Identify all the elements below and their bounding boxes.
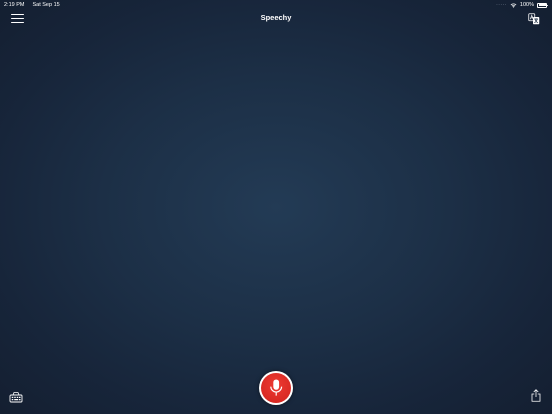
microphone-button[interactable] bbox=[259, 371, 293, 405]
microphone-button-face bbox=[260, 372, 292, 404]
page-title: Speechy bbox=[260, 13, 292, 22]
keyboard-icon[interactable] bbox=[9, 390, 23, 403]
signal-dots-icon: ····· bbox=[496, 2, 507, 8]
status-left: 2:19 PM Sat Sep 15 bbox=[4, 0, 60, 10]
microphone-icon bbox=[270, 379, 282, 396]
translate-icon[interactable] bbox=[528, 12, 540, 25]
status-time: 2:19 PM bbox=[4, 2, 25, 8]
status-date: Sat Sep 15 bbox=[32, 2, 60, 8]
status-bar: 2:19 PM Sat Sep 15 ····· 100% bbox=[0, 0, 552, 10]
battery-percent: 100% bbox=[519, 2, 534, 8]
status-right: ····· 100% bbox=[496, 0, 548, 10]
battery-icon bbox=[537, 2, 548, 8]
nav-bar: Speechy bbox=[0, 10, 552, 28]
wifi-icon bbox=[510, 2, 517, 8]
share-icon[interactable] bbox=[531, 389, 541, 402]
